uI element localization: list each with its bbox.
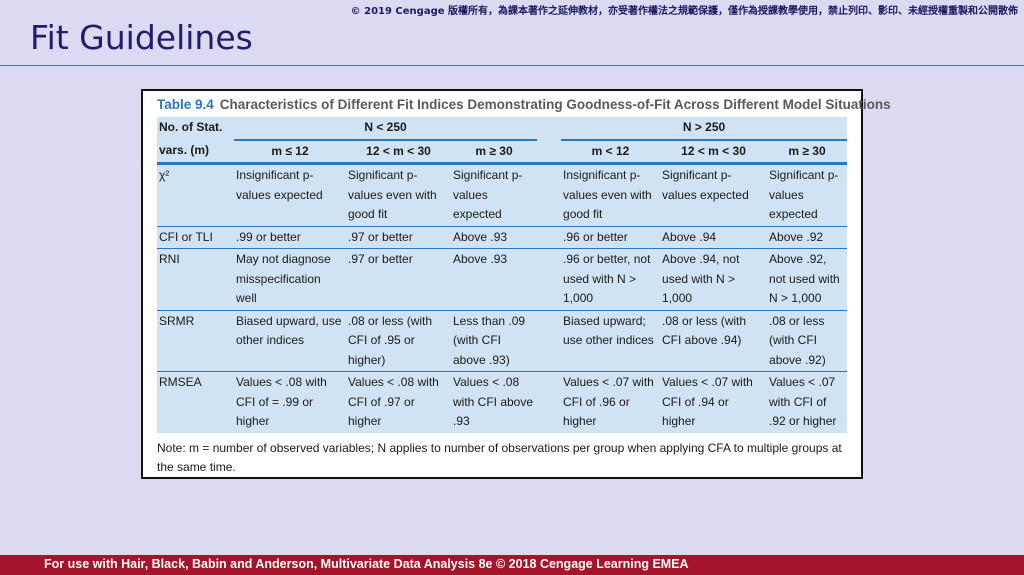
table-cell: .08 or less (with CFI above .94) [660, 309, 768, 372]
table-cell: Insignificant p-values expected [234, 162, 346, 226]
table-cell: Values < .08 with CFI of .97 or higher [346, 371, 451, 433]
fit-indices-table: No. of Stat. N < 250 N > 250 vars. (m) m… [157, 117, 848, 433]
subheader-large-2: 12 < m < 30 [660, 138, 768, 164]
table-cell: Values < .08 with CFI above .93 [451, 371, 538, 433]
subheader-large-1: m < 12 [561, 138, 661, 164]
table-cell: .96 or better [561, 225, 661, 249]
row-label: CFI or TLI [157, 225, 234, 249]
table-cell: .96 or better, not used with N > 1,000 [561, 248, 661, 310]
table-figure: Table 9.4 Characteristics of Different Fi… [141, 89, 891, 479]
subheader-small-3: m ≥ 30 [451, 138, 538, 164]
table-cell: Values < .08 with CFI of = .99 or higher [234, 371, 346, 433]
copyright-notice: © 2019 Cengage 版權所有，為課本著作之延伸教材，亦受著作權法之規範… [350, 6, 1018, 17]
row-header-line1: No. of Stat. [159, 120, 223, 134]
table-caption-text: Characteristics of Different Fit Indices… [219, 97, 891, 112]
table-row-cfi-tli: CFI or TLI .99 or better .97 or better A… [157, 225, 848, 249]
table-cell: Values < .07 with CFI of .92 or higher [767, 371, 848, 433]
table-cell: Biased upward; use other indices [561, 309, 661, 372]
group-gap [537, 117, 561, 140]
table-cell: Above .93 [451, 248, 538, 310]
table-cell: Significant p-values expected [451, 162, 538, 226]
header-row-groups: No. of Stat. N < 250 N > 250 [157, 117, 847, 140]
slide-title: Fit Guidelines [30, 18, 253, 57]
group-header-n-large: N > 250 [682, 120, 726, 134]
table-cell: .97 or better [346, 225, 451, 249]
table-row-chi-square: χ² Insignificant p-values expected Signi… [157, 162, 848, 226]
column-gap [537, 225, 562, 249]
table-cell: .08 or less (with CFI of .95 or higher) [346, 309, 451, 372]
column-gap [537, 248, 562, 310]
table-cell: Biased upward, use other indices [234, 309, 346, 372]
footer-text: For use with Hair, Black, Babin and Ande… [44, 557, 689, 571]
table-cell: .08 or less (with CFI above .92) [767, 309, 848, 372]
subheader-gap [537, 140, 561, 164]
subheader-small-1: m ≤ 12 [234, 138, 346, 164]
subheader-large-3: m ≥ 30 [767, 138, 848, 164]
row-label: χ² [157, 162, 234, 226]
table-row-rni: RNI May not diagnose misspecification we… [157, 248, 848, 310]
table-cell: .99 or better [234, 225, 346, 249]
table-caption: Table 9.4 Characteristics of Different Fi… [157, 97, 891, 112]
table-cell: Insignificant p-values even with good fi… [561, 162, 661, 226]
table-cell: May not diagnose misspecification well [234, 248, 346, 310]
subheader-small-2: 12 < m < 30 [346, 138, 451, 164]
table-cell: Above .94 [660, 225, 768, 249]
row-header-line2: vars. (m) [159, 142, 210, 157]
table-cell: Above .93 [451, 225, 538, 249]
table-cell: .97 or better [346, 248, 451, 310]
table-cell: Values < .07 with CFI of .96 or higher [561, 371, 661, 433]
table-note: Note: m = number of observed variables; … [157, 440, 842, 475]
table-cell: Significant p-values expected [767, 162, 848, 226]
title-divider [0, 65, 1024, 66]
table-number: Table 9.4 [157, 97, 214, 112]
table-row-rmsea: RMSEA Values < .08 with CFI of = .99 or … [157, 371, 848, 433]
column-gap [537, 162, 562, 226]
table-cell: Significant p-values even with good fit [346, 162, 451, 226]
group-header-n-small: N < 250 [364, 120, 407, 134]
header-row-subgroups: vars. (m) m ≤ 12 12 < m < 30 m ≥ 30 m < … [157, 138, 848, 164]
table-cell: Values < .07 with CFI of .94 or higher [660, 371, 768, 433]
row-label: RNI [157, 248, 234, 310]
table-cell: Significant p-values expected [660, 162, 768, 226]
footer-bar: For use with Hair, Black, Babin and Ande… [0, 555, 1024, 575]
table-cell: Above .94, not used with N > 1,000 [660, 248, 768, 310]
column-gap [537, 309, 562, 372]
row-label: SRMR [157, 309, 234, 372]
column-gap [537, 371, 562, 433]
table-cell: Above .92 [767, 225, 848, 249]
row-label: RMSEA [157, 371, 234, 433]
table-cell: Above .92, not used with N > 1,000 [767, 248, 848, 310]
table-row-srmr: SRMR Biased upward, use other indices .0… [157, 309, 848, 372]
table-cell: Less than .09 (with CFI above .93) [451, 309, 538, 372]
